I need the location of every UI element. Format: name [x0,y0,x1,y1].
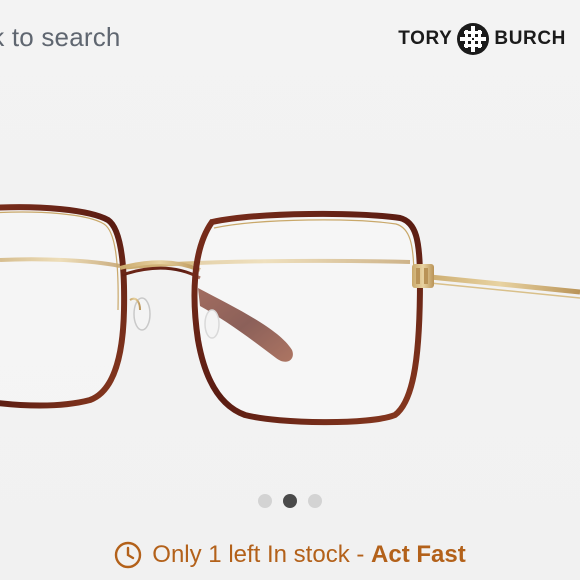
gallery-dot-3[interactable] [308,494,322,508]
stock-message: Only 1 left In stock - [152,541,372,568]
eyeglasses-product-photo[interactable] [0,110,580,470]
brand-name-right: BURCH [494,28,566,49]
brand-header: TORY BURCH [398,22,566,56]
gallery-dot-1[interactable] [258,494,272,508]
clock-icon [114,541,142,569]
act-fast-emphasis: Act Fast [371,541,466,568]
brand-name-left: TORY [398,28,453,49]
product-page: ck to search TORY BURCH [0,0,580,580]
tory-burch-logo-icon [456,22,490,56]
stock-status: Only 1 left In stock - Act Fast [0,541,580,569]
stock-text: Only 1 left In stock - Act Fast [152,541,465,569]
gallery-dot-2[interactable] [283,494,297,508]
gallery-pagination [0,494,580,508]
back-to-search-link[interactable]: ck to search [0,22,121,53]
